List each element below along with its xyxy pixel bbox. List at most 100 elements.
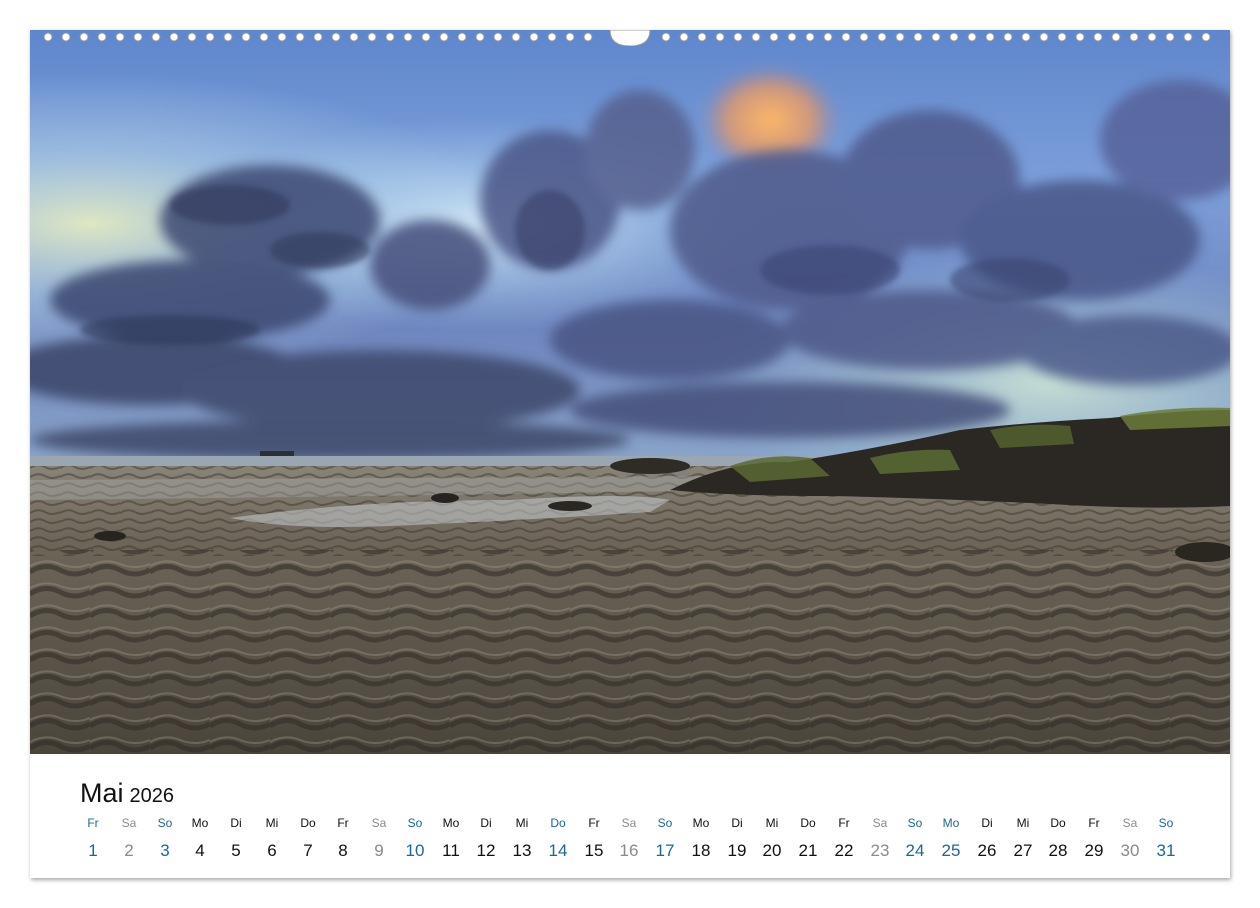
day-number: 29 xyxy=(1084,841,1104,860)
spiral-binding xyxy=(43,30,1211,46)
weekday-label: Fr xyxy=(588,816,600,830)
day-number: 23 xyxy=(870,841,890,860)
weekday-label: Mi xyxy=(515,816,529,830)
day-number: 2 xyxy=(124,841,134,860)
day-number: 7 xyxy=(303,841,313,860)
calendar-day: Sa 9 xyxy=(361,816,397,861)
calendar-day: Do 14 xyxy=(540,816,576,861)
day-number: 21 xyxy=(798,841,818,860)
beach-landscape-photo xyxy=(30,30,1230,754)
weekday-label: Do xyxy=(800,816,816,830)
calendar-page: Mai 2026 Fr 1 Sa 2 So 3 Mo 4 Di 5 Mi 6 Do 7 Fr 8 Sa 9 So 10 M… xyxy=(30,30,1230,878)
day-number: 13 xyxy=(512,841,532,860)
day-number: 20 xyxy=(762,841,782,860)
day-number: 26 xyxy=(977,841,997,860)
weekday-label: Mi xyxy=(265,816,279,830)
calendar-day: Fr 15 xyxy=(576,816,612,861)
calendar-day: So 31 xyxy=(1148,816,1184,861)
calendar-day: Fr 29 xyxy=(1076,816,1112,861)
calendar-day: Fr 8 xyxy=(325,816,361,861)
day-number: 11 xyxy=(442,841,460,860)
calendar-day: Do 21 xyxy=(790,816,826,861)
weekday-label: So xyxy=(657,816,673,830)
calendar-day: Mi 13 xyxy=(504,816,540,861)
weekday-label: Do xyxy=(300,816,316,830)
day-number: 27 xyxy=(1013,841,1033,860)
calendar-day: Fr 22 xyxy=(826,816,862,861)
weekday-label: Sa xyxy=(371,816,387,830)
day-number: 30 xyxy=(1120,841,1140,860)
weekday-label: So xyxy=(907,816,923,830)
day-number: 24 xyxy=(905,841,925,860)
weekday-label: Mi xyxy=(1016,816,1030,830)
calendar-day: Fr 1 xyxy=(75,816,111,861)
month-title: Mai 2026 xyxy=(80,778,174,809)
calendar-day: Di 19 xyxy=(719,816,755,861)
day-number: 6 xyxy=(267,841,277,860)
day-number: 19 xyxy=(727,841,747,860)
day-number: 1 xyxy=(88,841,98,860)
weekday-label: Di xyxy=(731,816,743,830)
calendar-day: So 24 xyxy=(897,816,933,861)
weekday-label: So xyxy=(1158,816,1174,830)
weekday-label: Sa xyxy=(1122,816,1138,830)
day-number: 12 xyxy=(476,841,496,860)
day-number: 22 xyxy=(834,841,854,860)
calendar-day: So 17 xyxy=(647,816,683,861)
calendar-day: Do 7 xyxy=(290,816,326,861)
weekday-label: Mo xyxy=(942,816,960,830)
weekday-label: Sa xyxy=(621,816,637,830)
weekday-label: Fr xyxy=(337,816,349,830)
calendar-day: Sa 30 xyxy=(1112,816,1148,861)
day-number: 5 xyxy=(231,841,241,860)
calendar-day: Mi 6 xyxy=(254,816,290,861)
month-name: Mai xyxy=(80,778,124,808)
calendar-day: Mi 20 xyxy=(754,816,790,861)
day-number: 4 xyxy=(195,841,205,860)
weekday-label: Mi xyxy=(765,816,779,830)
weekday-label: Di xyxy=(230,816,242,830)
day-number: 15 xyxy=(584,841,604,860)
day-number: 16 xyxy=(619,841,639,860)
calendar-day: Di 12 xyxy=(468,816,504,861)
day-number: 18 xyxy=(691,841,711,860)
day-number: 8 xyxy=(338,841,348,860)
day-strip: Fr 1 Sa 2 So 3 Mo 4 Di 5 Mi 6 Do 7 Fr 8 Sa 9 So 10 Mo 11 Di 12 M… xyxy=(75,816,1195,866)
calendar-day: Di 5 xyxy=(218,816,254,861)
calendar-day: Mo 4 xyxy=(182,816,218,861)
day-number: 10 xyxy=(405,841,425,860)
calendar-day: Sa 2 xyxy=(111,816,147,861)
day-number: 28 xyxy=(1048,841,1068,860)
day-number: 17 xyxy=(655,841,675,860)
year-label: 2026 xyxy=(129,785,175,807)
weekday-label: Fr xyxy=(838,816,850,830)
calendar-day: Di 26 xyxy=(969,816,1005,861)
calendar-day: So 3 xyxy=(147,816,183,861)
calendar-day: Mo 18 xyxy=(683,816,719,861)
day-number: 25 xyxy=(941,841,961,860)
day-number: 9 xyxy=(374,841,384,860)
day-number: 3 xyxy=(160,841,170,860)
weekday-label: So xyxy=(157,816,173,830)
weekday-label: Do xyxy=(1050,816,1066,830)
weekday-label: Sa xyxy=(121,816,137,830)
weekday-label: Di xyxy=(981,816,993,830)
weekday-label: Mo xyxy=(692,816,710,830)
calendar-day: Do 28 xyxy=(1040,816,1076,861)
day-number: 31 xyxy=(1156,841,1176,860)
calendar-day: Mo 25 xyxy=(933,816,969,861)
weekday-label: Mo xyxy=(191,816,209,830)
calendar-day: Sa 23 xyxy=(862,816,898,861)
weekday-label: Do xyxy=(550,816,566,830)
weekday-label: Fr xyxy=(1088,816,1100,830)
weekday-label: Mo xyxy=(442,816,460,830)
calendar-day: Mo 11 xyxy=(433,816,469,861)
calendar-day: So 10 xyxy=(397,816,433,861)
weekday-label: Di xyxy=(480,816,492,830)
day-number: 14 xyxy=(548,841,568,860)
calendar-day: Sa 16 xyxy=(611,816,647,861)
weekday-label: Fr xyxy=(87,816,99,830)
calendar-day: Mi 27 xyxy=(1005,816,1041,861)
weekday-label: Sa xyxy=(872,816,888,830)
weekday-label: So xyxy=(407,816,423,830)
